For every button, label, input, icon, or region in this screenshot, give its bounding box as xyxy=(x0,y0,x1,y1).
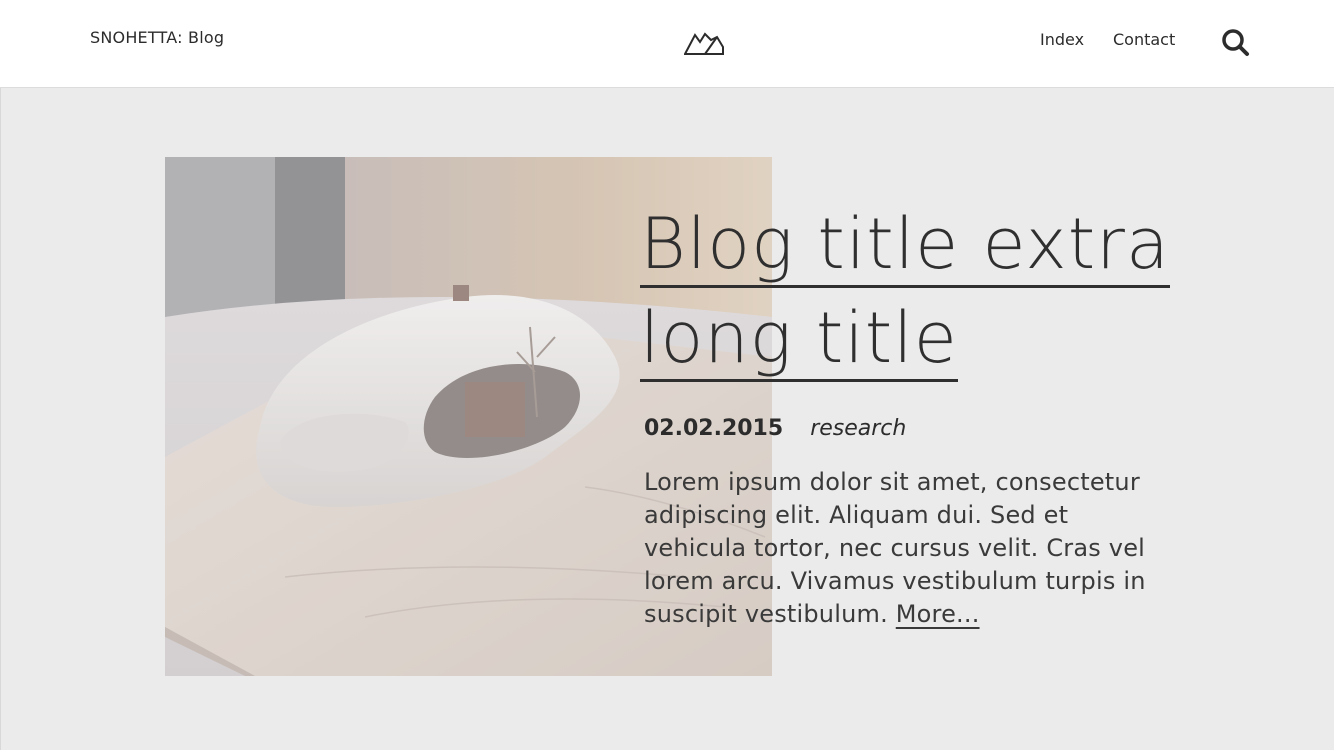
site-header: SNOHETTA: Blog Index Contact xyxy=(0,0,1334,88)
post-meta: 02.02.2015 research xyxy=(644,414,1200,444)
nav-contact-link[interactable]: Contact xyxy=(1113,30,1175,49)
post-excerpt: Lorem ipsum dolor sit amet, consectetur … xyxy=(644,466,1164,631)
more-link[interactable]: More... xyxy=(896,600,980,628)
mountain-logo-icon[interactable] xyxy=(684,27,726,57)
post-tag[interactable]: research xyxy=(810,416,906,441)
post-text-block: Blog title extra long title 02.02.2015 r… xyxy=(640,197,1200,631)
post-title-line2-link[interactable]: long title xyxy=(640,297,958,382)
post-date: 02.02.2015 xyxy=(644,416,784,441)
post-title: Blog title extra long title xyxy=(640,197,1200,385)
nav-index-link[interactable]: Index xyxy=(1040,30,1084,49)
search-icon[interactable] xyxy=(1220,27,1250,57)
post-title-line1-link[interactable]: Blog title extra xyxy=(640,203,1170,288)
site-title-link[interactable]: SNOHETTA: Blog xyxy=(90,28,224,47)
